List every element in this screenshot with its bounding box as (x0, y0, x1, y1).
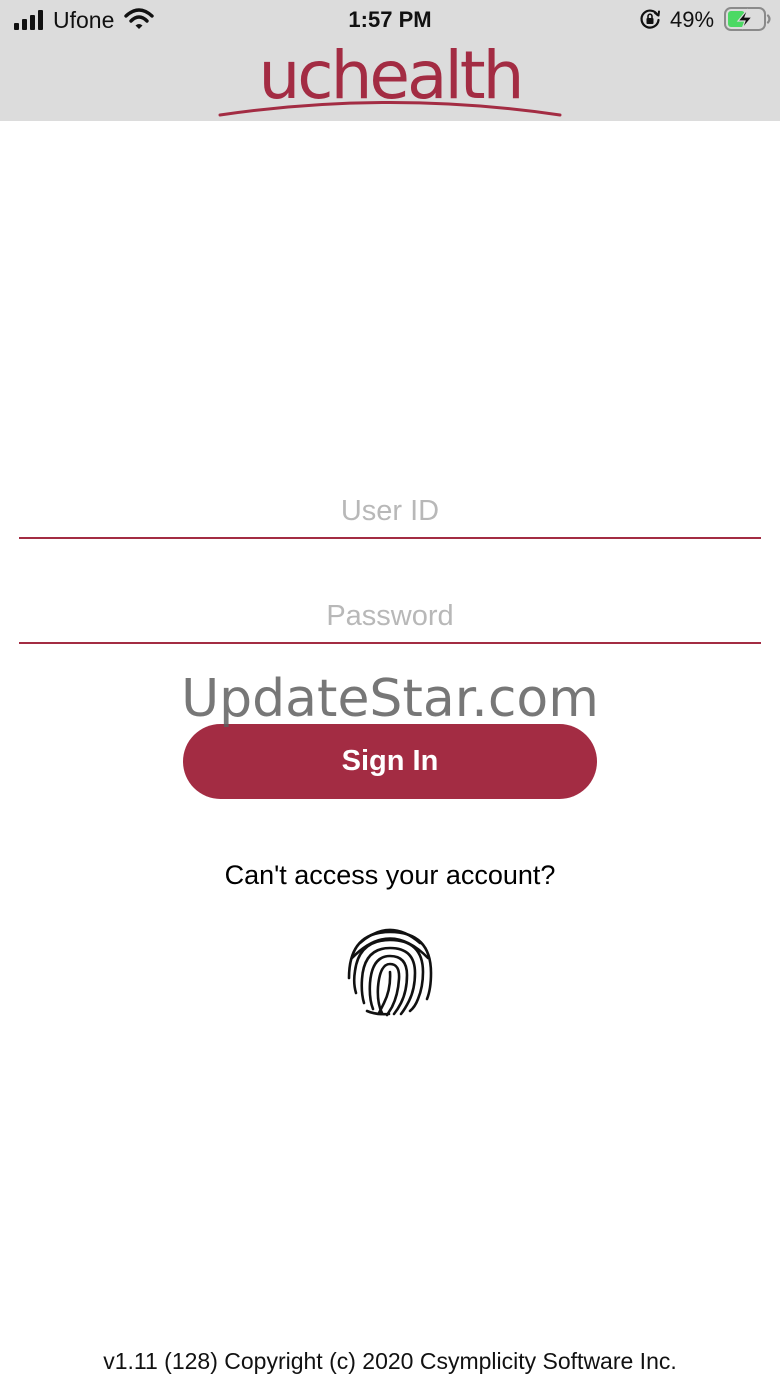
status-bar: Ufone 1:57 PM 49% (0, 0, 780, 40)
app-header: Ufone 1:57 PM 49% uchealth (0, 0, 780, 121)
version-copyright: v1.11 (128) Copyright (c) 2020 Csymplici… (103, 1348, 677, 1374)
sign-in-button[interactable]: Sign In (183, 724, 597, 799)
fingerprint-icon[interactable] (343, 923, 437, 1017)
battery-percent: 49% (670, 7, 715, 32)
status-time: 1:57 PM (348, 7, 432, 32)
logo-arc-icon (218, 101, 562, 117)
orientation-lock-icon (640, 9, 660, 29)
watermark: UpdateStar.com (181, 669, 599, 729)
battery-charging-icon (724, 7, 771, 31)
uchealth-logo: uchealth (214, 40, 566, 120)
cant-access-account-link[interactable]: Can't access your account? (0, 858, 780, 892)
password-input[interactable] (19, 590, 761, 644)
user-id-input[interactable] (19, 485, 761, 539)
